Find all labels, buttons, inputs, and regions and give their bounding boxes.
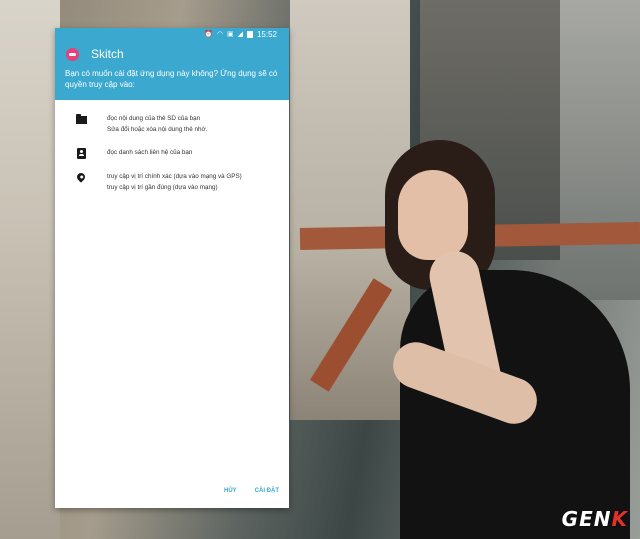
signal-icon: ◢ (237, 31, 243, 38)
building-left (0, 0, 60, 539)
cancel-button[interactable]: HỦY (224, 488, 237, 494)
status-bar: ⏰ ◠ ▣ ◢ 15:52 (55, 28, 289, 41)
skitch-logo-icon (66, 47, 79, 61)
permission-title: đọc nội dung của thẻ SD của bạn (107, 115, 201, 122)
watermark-accent: K (611, 507, 628, 531)
dialog-actions: HỦY CÀI ĐẶT (224, 488, 279, 494)
contact-card-icon (76, 148, 86, 159)
building-right (560, 0, 640, 300)
app-title: Skitch (91, 47, 124, 61)
install-button[interactable]: CÀI ĐẶT (255, 488, 279, 494)
permission-item-contacts: đọc danh sách liên hệ của bạn (55, 147, 289, 159)
permission-detail: truy cập vị trí gần đúng (dựa vào mạng) (107, 184, 218, 191)
permission-item-storage: đọc nội dung của thẻ SD của bạn Sửa đổi … (55, 113, 289, 135)
folder-icon (75, 114, 87, 124)
permission-detail: Sửa đổi hoặc xóa nội dung thẻ nhớ. (107, 126, 208, 133)
dialog-header: Skitch Bạn có muốn cài đặt ứng dụng này … (55, 41, 289, 100)
alarm-icon: ⏰ (204, 31, 213, 38)
install-dialog-screenshot: ⏰ ◠ ▣ ◢ 15:52 Skitch Bạn có muốn cài đặt… (55, 28, 289, 508)
permission-item-location: truy cập vị trí chính xác (dựa vào mạng … (55, 171, 289, 193)
permission-title: truy cập vị trí chính xác (dựa vào mạng … (107, 173, 242, 180)
genk-watermark-logo: GENK (562, 507, 628, 531)
woman-face (398, 170, 468, 260)
install-question: Bạn có muốn cài đặt ứng dụng này không? … (65, 69, 278, 89)
battery-icon (246, 31, 253, 38)
location-pin-icon (75, 171, 87, 183)
watermark-text: GEN (561, 507, 612, 531)
status-time: 15:52 (256, 30, 277, 39)
sim-icon: ▣ (226, 31, 234, 38)
permission-title: đọc danh sách liên hệ của bạn (107, 149, 193, 156)
permission-list: đọc nội dung của thẻ SD của bạn Sửa đổi … (55, 100, 289, 193)
wifi-icon: ◠ (216, 31, 223, 38)
